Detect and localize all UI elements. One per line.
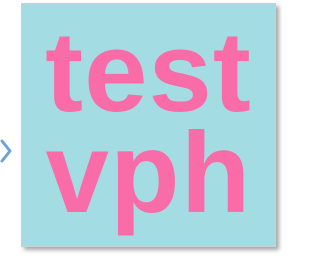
thumbnail-card[interactable]: test vph — [21, 3, 276, 247]
chevron-right-icon[interactable] — [0, 138, 14, 164]
thumbnail-text-line-2: vph — [45, 110, 252, 237]
viewer-area: test vph — [0, 0, 284, 261]
